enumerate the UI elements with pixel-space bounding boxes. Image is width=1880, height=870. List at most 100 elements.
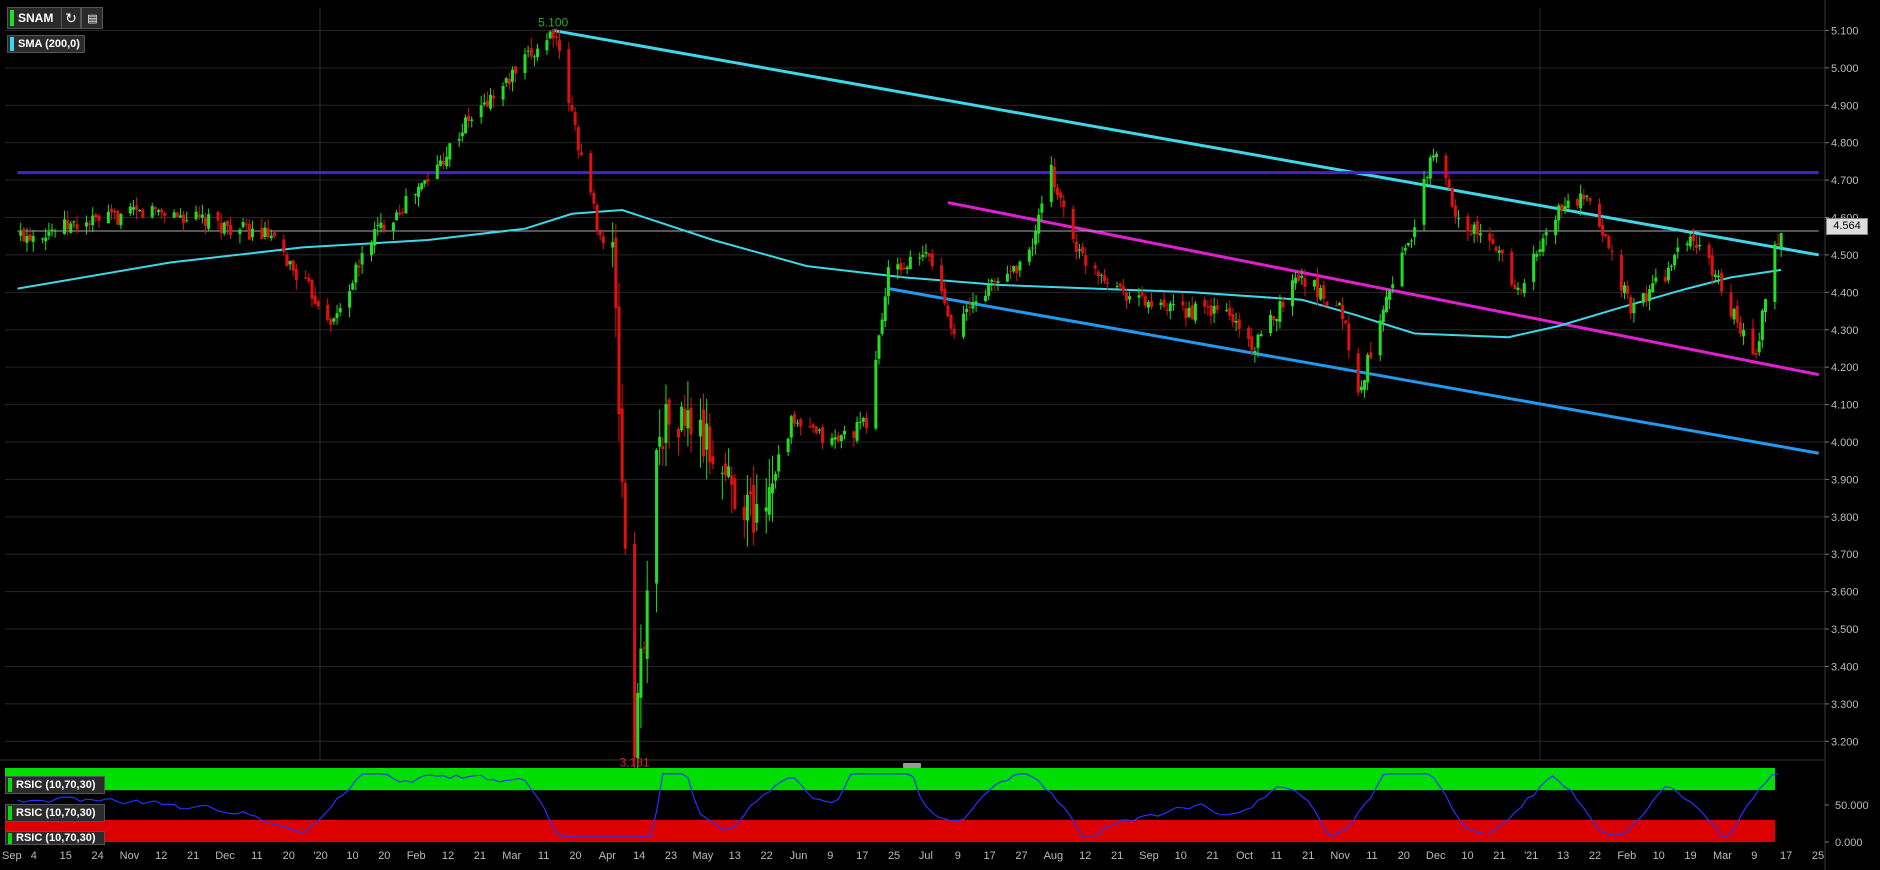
candle-body — [864, 417, 868, 428]
candle-body — [962, 313, 966, 337]
rsi-legend-label: RSIC (10,70,30) — [16, 832, 96, 844]
candle-body — [1165, 309, 1169, 311]
price-tick-label: 4.700 — [1831, 175, 1859, 187]
candle-body — [924, 252, 928, 254]
candle-body — [357, 265, 361, 268]
price-tick-label: 3.400 — [1831, 661, 1859, 673]
date-tick-label: 9 — [827, 850, 833, 862]
candle-body — [814, 426, 818, 433]
date-tick-label: Feb — [407, 850, 426, 862]
candle-body — [702, 409, 706, 457]
candle-body — [1729, 292, 1733, 317]
candle-body — [1281, 301, 1285, 308]
candle-body — [1297, 274, 1301, 281]
symbol-selector[interactable]: SNAM — [7, 7, 63, 29]
candle-body — [927, 253, 931, 257]
date-tick-label: 20 — [569, 850, 581, 862]
chart-settings-button[interactable]: ▤ — [81, 7, 103, 29]
rsi-legend-label: RSIC (10,70,30) — [16, 779, 96, 791]
candle-body — [348, 291, 352, 308]
candle-body — [830, 437, 834, 445]
candle-body — [507, 78, 511, 85]
candle-body — [1488, 233, 1492, 241]
candle-body — [1294, 277, 1298, 284]
candle-body — [742, 506, 746, 521]
candle-body — [351, 283, 355, 290]
candle-body — [1732, 309, 1736, 320]
rsi-legend-2[interactable]: RSIC (10,70,30) — [5, 804, 105, 822]
candle-body — [1124, 292, 1128, 301]
candle-body — [1691, 235, 1695, 242]
rsi-legend-1[interactable]: RSIC (10,70,30) — [5, 776, 105, 794]
candle-body — [94, 214, 98, 218]
candle-body — [1181, 301, 1185, 306]
date-tick-label: 17 — [984, 850, 996, 862]
candle-body — [1093, 265, 1097, 269]
candle-body — [182, 214, 186, 224]
date-tick-label: 24 — [91, 850, 103, 862]
candle-body — [53, 230, 57, 232]
candle-body — [1560, 204, 1564, 211]
candle-body — [91, 215, 95, 226]
candle-body — [576, 127, 580, 151]
candle-body — [821, 427, 825, 444]
candle-body — [1103, 275, 1107, 282]
candle-body — [272, 232, 276, 237]
candle-body — [720, 472, 724, 474]
date-tick-label: Mar — [502, 850, 521, 862]
price-tick-label: 4.300 — [1831, 325, 1859, 337]
candle-body — [135, 205, 139, 210]
candle-body — [1619, 254, 1623, 291]
candle-body — [1052, 167, 1056, 188]
candle-body — [1062, 200, 1066, 207]
candle-body — [113, 210, 117, 213]
candle-body — [153, 207, 157, 210]
candle-body — [1137, 295, 1141, 298]
panel-splitter[interactable] — [903, 763, 921, 768]
candle-body — [1538, 249, 1542, 253]
candle-body — [269, 235, 273, 239]
sma-legend[interactable]: SMA (200,0) — [7, 35, 85, 53]
candle-body — [874, 359, 878, 429]
candle-body — [523, 54, 527, 73]
candle-body — [1494, 246, 1498, 251]
candle-body — [1027, 249, 1031, 262]
candle-body — [1162, 299, 1166, 307]
candle-body — [360, 253, 364, 265]
date-tick-label: 23 — [665, 850, 677, 862]
candle-body — [667, 399, 671, 425]
candle-body — [1215, 305, 1219, 310]
candle-body — [1159, 302, 1163, 305]
candle-body — [1629, 296, 1633, 314]
date-tick-label: 11 — [1271, 850, 1282, 862]
price-tick-label: 3.800 — [1831, 512, 1859, 524]
candle-body — [799, 419, 803, 427]
candle-body — [1378, 320, 1382, 356]
candle-body — [463, 117, 467, 134]
candle-body — [1341, 304, 1345, 320]
candle-body — [84, 222, 88, 227]
refresh-button[interactable]: ↻ — [61, 7, 81, 29]
candle-body — [1096, 271, 1100, 277]
candle-body — [313, 295, 317, 304]
candle-body — [595, 204, 599, 232]
candle-body — [260, 227, 264, 240]
candle-body — [66, 220, 70, 230]
candle-body — [1760, 310, 1764, 341]
candle-body — [1115, 286, 1119, 288]
chart-canvas[interactable]: 5.1003.181 5.1005.0004.9004.8004.7004.60… — [0, 0, 1880, 870]
rsi-legend-3[interactable]: RSIC (10,70,30) — [5, 831, 105, 845]
candle-body — [620, 408, 624, 483]
date-tick-label: 12 — [155, 850, 167, 862]
candle-body — [536, 48, 540, 58]
candle-body — [858, 421, 862, 423]
candle-body — [1234, 320, 1238, 323]
candle-body — [438, 160, 442, 166]
candle-body — [908, 256, 912, 269]
candle-body — [1256, 334, 1260, 348]
candle-body — [1663, 276, 1667, 282]
candle-body — [532, 56, 536, 58]
candle-body — [1356, 353, 1360, 393]
sma-legend-label: SMA (200,0) — [18, 38, 80, 50]
candle-body — [420, 183, 424, 190]
